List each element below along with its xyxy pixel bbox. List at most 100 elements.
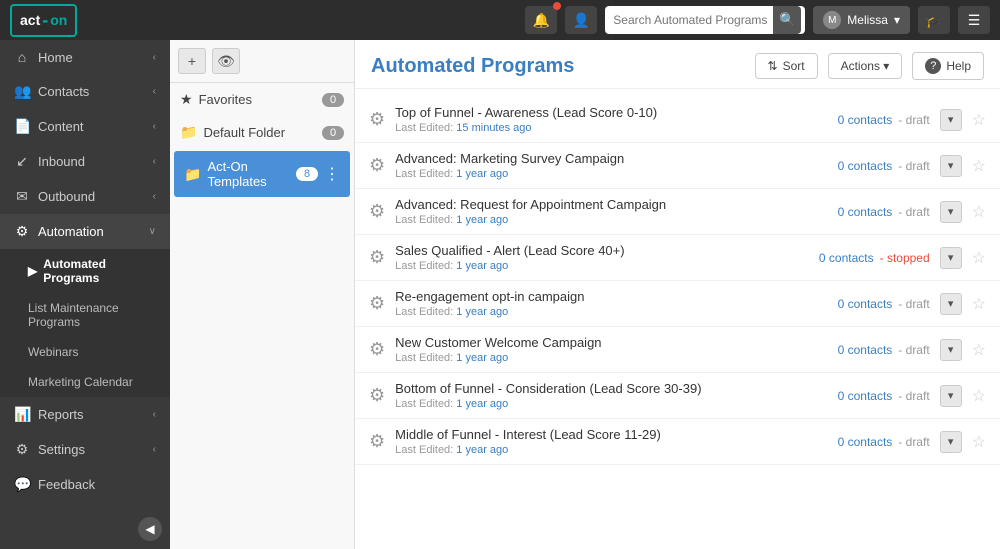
search-input[interactable]	[613, 13, 773, 27]
program-item[interactable]: ⚙ Advanced: Request for Appointment Camp…	[355, 189, 1000, 235]
sidebar-item-home[interactable]: ⌂ Home ‹	[0, 40, 170, 74]
program-contacts: 0 contacts	[838, 113, 893, 127]
program-edited: Last Edited: 1 year ago	[395, 444, 827, 456]
sidebar-item-inbound[interactable]: ↙ Inbound ‹	[0, 144, 170, 179]
help-button[interactable]: ? Help	[912, 52, 984, 80]
folder-label: Favorites	[199, 92, 316, 107]
star-icon[interactable]: ☆	[972, 386, 986, 406]
program-time: 1 year ago	[456, 306, 508, 318]
program-item[interactable]: ⚙ New Customer Welcome Campaign Last Edi…	[355, 327, 1000, 373]
program-dropdown-button[interactable]: ▾	[940, 339, 962, 361]
program-dropdown-button[interactable]: ▾	[940, 293, 962, 315]
chevron-icon: ‹	[153, 444, 156, 455]
folder-item-acton-templates[interactable]: 📁 Act-On Templates 8 ⋮	[174, 151, 350, 197]
star-icon[interactable]: ☆	[972, 340, 986, 360]
sidebar-item-webinars[interactable]: Webinars	[0, 337, 170, 367]
program-info: Sales Qualified - Alert (Lead Score 40+)…	[395, 243, 809, 272]
folder-item-favorites[interactable]: ★ Favorites 0	[170, 83, 354, 116]
graduation-icon-button[interactable]: 🎓	[918, 6, 950, 34]
sidebar-item-marketing-calendar[interactable]: Marketing Calendar	[0, 367, 170, 397]
gear-icon[interactable]: ⚙	[369, 109, 385, 130]
sidebar-collapse-button[interactable]: ◀	[138, 517, 162, 541]
sidebar-item-reports[interactable]: 📊 Reports ‹	[0, 397, 170, 432]
star-icon[interactable]: ☆	[972, 110, 986, 130]
program-dropdown-button[interactable]: ▾	[940, 155, 962, 177]
program-dropdown-button[interactable]: ▾	[940, 109, 962, 131]
program-info: Middle of Funnel - Interest (Lead Score …	[395, 427, 827, 456]
program-meta: 0 contacts - draft	[838, 113, 930, 127]
program-item[interactable]: ⚙ Sales Qualified - Alert (Lead Score 40…	[355, 235, 1000, 281]
star-icon[interactable]: ☆	[972, 202, 986, 222]
program-dropdown-button[interactable]: ▾	[940, 247, 962, 269]
sidebar-item-feedback[interactable]: 💬 Feedback	[0, 467, 170, 502]
program-name: Re-engagement opt-in campaign	[395, 289, 827, 304]
program-time: 1 year ago	[456, 260, 508, 272]
sort-button[interactable]: ⇅ Sort	[755, 53, 818, 79]
program-dropdown-button[interactable]: ▾	[940, 201, 962, 223]
star-icon[interactable]: ☆	[972, 248, 986, 268]
chevron-icon: ‹	[153, 409, 156, 420]
program-item[interactable]: ⚙ Top of Funnel - Awareness (Lead Score …	[355, 97, 1000, 143]
chevron-icon: ‹	[153, 121, 156, 132]
sidebar-item-contacts[interactable]: 👥 Contacts ‹	[0, 74, 170, 109]
feedback-icon: 💬	[14, 476, 30, 493]
program-dropdown-button[interactable]: ▾	[940, 385, 962, 407]
gear-icon[interactable]: ⚙	[369, 155, 385, 176]
program-edited: Last Edited: 1 year ago	[395, 398, 827, 410]
user-menu-button[interactable]: M Melissa ▾	[813, 6, 910, 34]
sidebar-item-automated-programs[interactable]: ▶ Automated Programs	[0, 249, 170, 293]
gear-icon[interactable]: ⚙	[369, 431, 385, 452]
gear-icon[interactable]: ⚙	[369, 293, 385, 314]
program-item[interactable]: ⚙ Bottom of Funnel - Consideration (Lead…	[355, 373, 1000, 419]
program-time: 15 minutes ago	[456, 122, 531, 134]
sidebar-item-content[interactable]: 📄 Content ‹	[0, 109, 170, 144]
gear-icon[interactable]: ⚙	[369, 247, 385, 268]
chevron-icon: ‹	[153, 86, 156, 97]
folder-options-icon[interactable]: ⋮	[324, 164, 340, 184]
program-meta: 0 contacts - stopped	[819, 251, 930, 265]
star-icon[interactable]: ☆	[972, 432, 986, 452]
program-item[interactable]: ⚙ Re-engagement opt-in campaign Last Edi…	[355, 281, 1000, 327]
program-status: - draft	[898, 205, 929, 219]
program-item[interactable]: ⚙ Middle of Funnel - Interest (Lead Scor…	[355, 419, 1000, 465]
program-contacts: 0 contacts	[838, 159, 893, 173]
sidebar-item-automation[interactable]: ⚙ Automation ∨	[0, 214, 170, 249]
program-meta: 0 contacts - draft	[838, 343, 930, 357]
sidebar-item-label: Feedback	[38, 477, 156, 492]
actions-label: Actions ▾	[841, 59, 890, 73]
menu-icon: ☰	[968, 12, 981, 29]
view-toggle-button[interactable]: 👁	[212, 48, 240, 74]
bell-icon-button[interactable]: 🔔	[525, 6, 557, 34]
bell-icon: 🔔	[533, 12, 550, 29]
add-icon: +	[188, 53, 196, 69]
logo[interactable]: act-on	[10, 4, 77, 37]
program-status: - draft	[898, 297, 929, 311]
program-time: 1 year ago	[456, 398, 508, 410]
star-icon[interactable]: ☆	[972, 294, 986, 314]
hamburger-menu-button[interactable]: ☰	[958, 6, 990, 34]
gear-icon[interactable]: ⚙	[369, 339, 385, 360]
sidebar-item-settings[interactable]: ⚙ Settings ‹	[0, 432, 170, 467]
profile-icon-button[interactable]: 👤	[565, 6, 597, 34]
eye-icon: 👁	[217, 53, 235, 70]
sidebar-item-list-maintenance[interactable]: List Maintenance Programs	[0, 293, 170, 337]
star-icon[interactable]: ☆	[972, 156, 986, 176]
page-title: Automated Programs	[371, 55, 745, 78]
gear-icon[interactable]: ⚙	[369, 385, 385, 406]
folder-item-default[interactable]: 📁 Default Folder 0	[170, 116, 354, 149]
add-folder-button[interactable]: +	[178, 48, 206, 74]
program-info: New Customer Welcome Campaign Last Edite…	[395, 335, 827, 364]
sidebar-item-label: Inbound	[38, 154, 145, 169]
program-info: Bottom of Funnel - Consideration (Lead S…	[395, 381, 827, 410]
logo-on: on	[50, 12, 67, 28]
program-meta: 0 contacts - draft	[838, 159, 930, 173]
gear-icon[interactable]: ⚙	[369, 201, 385, 222]
program-item[interactable]: ⚙ Advanced: Marketing Survey Campaign La…	[355, 143, 1000, 189]
sidebar-item-outbound[interactable]: ✉ Outbound ‹	[0, 179, 170, 214]
logo-dash: -	[42, 10, 48, 31]
search-button[interactable]: 🔍	[773, 6, 801, 34]
actions-button[interactable]: Actions ▾	[828, 53, 903, 79]
program-dropdown-button[interactable]: ▾	[940, 431, 962, 453]
program-status: - stopped	[880, 251, 930, 265]
collapse-icon: ◀	[145, 522, 154, 536]
